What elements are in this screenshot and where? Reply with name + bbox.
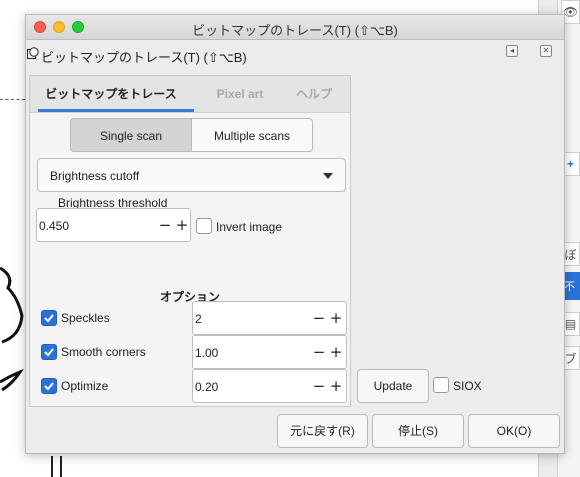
stop-button[interactable]: 停止(S) [372, 414, 464, 448]
detection-mode-value: Brightness cutoff [50, 169, 140, 183]
canvas-mark [51, 456, 53, 477]
optimize-decrement-button[interactable]: − [312, 378, 326, 394]
speckles-increment-button[interactable]: + [329, 310, 343, 326]
tab-help[interactable]: ヘルプ [282, 76, 346, 112]
tab-pixel-art[interactable]: Pixel art [198, 76, 282, 112]
update-button[interactable]: Update [357, 369, 429, 403]
multiple-scans-button[interactable]: Multiple scans [191, 118, 313, 152]
speckles-checkbox[interactable] [41, 310, 57, 326]
invert-image-label: Invert image [216, 220, 283, 234]
smooth-corners-increment-button[interactable]: + [329, 344, 343, 360]
smooth-corners-checkbox[interactable] [41, 344, 57, 360]
speckles-value: 2 [195, 312, 202, 326]
smooth-corners-spinbox[interactable]: 1.00 − + [192, 335, 347, 369]
threshold-decrement-button[interactable]: − [158, 217, 172, 233]
optimize-spinbox[interactable]: 0.20 − + [192, 369, 347, 403]
smooth-corners-decrement-button[interactable]: − [312, 344, 326, 360]
siox-checkbox[interactable] [433, 377, 449, 393]
smooth-corners-value: 1.00 [195, 346, 219, 360]
tab-bar: ビットマップをトレース Pixel art ヘルプ [30, 76, 350, 113]
trace-bitmap-icon [27, 47, 39, 59]
trace-panel: ビットマップをトレース Pixel art ヘルプ Single scan Mu… [29, 75, 351, 407]
optimize-checkbox[interactable] [41, 378, 57, 394]
title-bar: ビットマップのトレース(T) (⇧⌥B) [26, 15, 564, 40]
speckles-label: Speckles [61, 311, 110, 325]
tab-trace-bitmap[interactable]: ビットマップをトレース [30, 76, 192, 112]
optimize-increment-button[interactable]: + [329, 378, 343, 394]
undock-icon[interactable]: ◂ [506, 45, 518, 57]
chevron-down-icon [323, 173, 333, 179]
trace-bitmap-window: ビットマップのトレース(T) (⇧⌥B) ビットマップのトレース(T) (⇧⌥B… [25, 14, 565, 454]
window-title: ビットマップのトレース(T) (⇧⌥B) [192, 23, 398, 38]
siox-label: SIOX [453, 379, 482, 393]
canvas-guide-line [0, 99, 25, 100]
canvas-mark [60, 456, 62, 477]
optimize-label: Optimize [61, 379, 109, 393]
speckles-decrement-button[interactable]: − [312, 310, 326, 326]
reset-button[interactable]: 元に戻す(R) [277, 414, 368, 448]
dock-title: ビットマップのトレース(T) (⇧⌥B) [41, 50, 247, 65]
checkmark-icon [44, 314, 54, 323]
checkmark-icon [44, 382, 54, 391]
dock-header: ビットマップのトレース(T) (⇧⌥B) ◂ ✕ [26, 39, 564, 67]
speckles-spinbox[interactable]: 2 − + [192, 301, 347, 335]
invert-image-checkbox[interactable] [196, 218, 212, 234]
smooth-corners-label: Smooth corners [61, 345, 146, 359]
threshold-increment-button[interactable]: + [175, 217, 189, 233]
threshold-value: 0.450 [39, 219, 70, 233]
active-tab-indicator [38, 109, 194, 112]
detection-mode-select[interactable]: Brightness cutoff [37, 158, 346, 192]
ok-button[interactable]: OK(O) [468, 414, 560, 448]
checkmark-icon [44, 348, 54, 357]
close-icon[interactable]: ✕ [540, 45, 552, 57]
optimize-value: 0.20 [195, 380, 219, 394]
threshold-spinbox[interactable]: 0.450 − + [36, 208, 191, 242]
single-scan-button[interactable]: Single scan [70, 118, 192, 152]
